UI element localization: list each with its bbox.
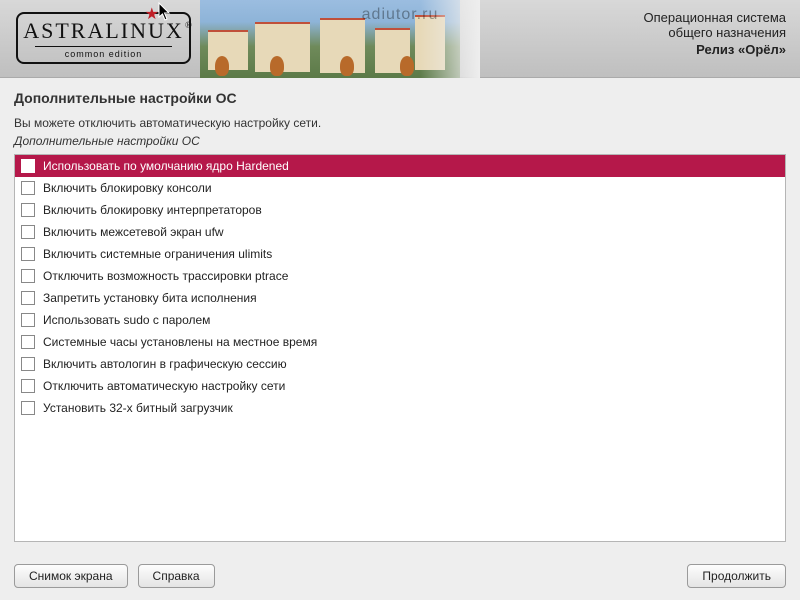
option-row[interactable]: Запретить установку бита исполнения [15, 287, 785, 309]
header-banner: ★ Astralinux® common edition adiutor.ru … [0, 0, 800, 78]
option-row[interactable]: Отключить возможность трассировки ptrace [15, 265, 785, 287]
watermark: adiutor.ru [362, 6, 439, 24]
option-label: Запретить установку бита исполнения [43, 291, 257, 305]
checkbox[interactable] [21, 159, 35, 173]
screenshot-button[interactable]: Снимок экрана [14, 564, 128, 588]
option-row[interactable]: Включить системные ограничения ulimits [15, 243, 785, 265]
checkbox[interactable] [21, 203, 35, 217]
option-row[interactable]: Системные часы установлены на местное вр… [15, 331, 785, 353]
section-label: Дополнительные настройки ОС [14, 134, 786, 148]
option-label: Использовать по умолчанию ядро Hardened [43, 159, 289, 173]
option-label: Отключить автоматическую настройку сети [43, 379, 285, 393]
option-row[interactable]: Включить межсетевой экран ufw [15, 221, 785, 243]
option-row[interactable]: Включить блокировку консоли [15, 177, 785, 199]
option-label: Включить блокировку интерпретаторов [43, 203, 262, 217]
option-label: Включить автологин в графическую сессию [43, 357, 287, 371]
option-label: Системные часы установлены на местное вр… [43, 335, 317, 349]
continue-button[interactable]: Продолжить [687, 564, 786, 588]
checkbox[interactable] [21, 225, 35, 239]
option-row[interactable]: Включить блокировку интерпретаторов [15, 199, 785, 221]
checkbox[interactable] [21, 313, 35, 327]
checkbox[interactable] [21, 181, 35, 195]
checkbox[interactable] [21, 357, 35, 371]
option-row[interactable]: Установить 32-х битный загрузчик [15, 397, 785, 419]
footer-bar: Снимок экрана Справка Продолжить [0, 552, 800, 600]
checkbox[interactable] [21, 379, 35, 393]
checkbox[interactable] [21, 335, 35, 349]
option-row[interactable]: Отключить автоматическую настройку сети [15, 375, 785, 397]
cursor-icon [158, 2, 172, 22]
option-label: Установить 32-х битный загрузчик [43, 401, 233, 415]
header-title: Операционная система общего назначения Р… [644, 10, 787, 57]
help-button[interactable]: Справка [138, 564, 215, 588]
option-label: Использовать sudo с паролем [43, 313, 210, 327]
option-row[interactable]: Использовать sudo с паролем [15, 309, 785, 331]
option-label: Включить межсетевой экран ufw [43, 225, 224, 239]
option-label: Включить системные ограничения ulimits [43, 247, 272, 261]
content-area: Дополнительные настройки ОС Вы можете от… [0, 78, 800, 542]
options-list: Использовать по умолчанию ядро Hardened В… [14, 154, 786, 542]
option-label: Включить блокировку консоли [43, 181, 212, 195]
checkbox[interactable] [21, 401, 35, 415]
checkbox[interactable] [21, 291, 35, 305]
logo-sub: common edition [35, 46, 172, 59]
option-row[interactable]: Использовать по умолчанию ядро Hardened [15, 155, 785, 177]
option-label: Отключить возможность трассировки ptrace [43, 269, 288, 283]
page-title: Дополнительные настройки ОС [14, 90, 786, 106]
page-subtitle: Вы можете отключить автоматическую настр… [14, 116, 786, 130]
option-row[interactable]: Включить автологин в графическую сессию [15, 353, 785, 375]
checkbox[interactable] [21, 269, 35, 283]
checkbox[interactable] [21, 247, 35, 261]
